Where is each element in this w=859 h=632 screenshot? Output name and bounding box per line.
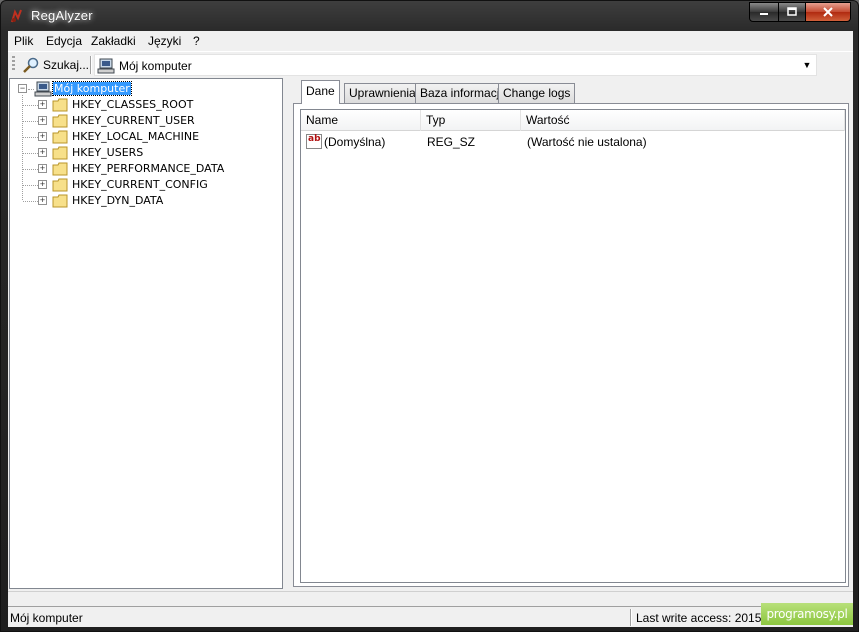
folder-icon [52, 178, 68, 192]
tab-baza-informacji[interactable]: Baza informacji [415, 83, 508, 103]
maximize-button[interactable] [778, 2, 806, 22]
tree-item-label: HKEY_CURRENT_USER [72, 114, 195, 127]
expand-icon[interactable]: + [38, 196, 47, 205]
tree-item[interactable]: + HKEY_PERFORMANCE_DATA [10, 161, 280, 177]
tree-item-label: HKEY_CLASSES_ROOT [72, 98, 194, 111]
panel-splitter[interactable] [283, 78, 291, 589]
registry-tree[interactable]: − Mój komputer + HKEY_CLASSES_ROOT + HKE… [9, 78, 283, 589]
status-bar: Mój komputer Last write access: 2015-02- [8, 606, 853, 627]
tree-root-row[interactable]: − Mój komputer [10, 81, 280, 97]
folder-icon [52, 114, 68, 128]
string-value-icon: ab [306, 134, 322, 149]
expand-icon[interactable]: + [38, 180, 47, 189]
row-name: (Domyślna) [324, 135, 386, 149]
address-value: Mój komputer [119, 59, 192, 73]
tree-item[interactable]: + HKEY_LOCAL_MACHINE [10, 129, 280, 145]
folder-icon [52, 98, 68, 112]
values-list[interactable]: Name Typ Wartość ab (Domyślna) REG_SZ (W… [300, 109, 846, 583]
folder-icon [52, 146, 68, 160]
tree-item[interactable]: + HKEY_USERS [10, 145, 280, 161]
bottom-strip [8, 591, 853, 604]
toolbar: Szukaj... Mój komputer ▼ [8, 51, 853, 77]
tree-branch-line [23, 201, 38, 202]
window-title: RegAlyzer [31, 8, 93, 23]
chevron-down-icon[interactable]: ▼ [800, 57, 814, 73]
folder-icon [52, 130, 68, 144]
minimize-icon [760, 13, 768, 15]
status-path: Mój komputer [10, 611, 83, 625]
expand-icon[interactable]: + [38, 148, 47, 157]
regalyzer-app-icon [11, 9, 22, 23]
expand-icon[interactable]: + [38, 100, 47, 109]
toolbar-grip[interactable] [12, 56, 15, 72]
tree-item[interactable]: + HKEY_DYN_DATA [10, 193, 280, 209]
menu-jezyki[interactable]: Języki [148, 34, 181, 48]
tree-item[interactable]: + HKEY_CURRENT_USER [10, 113, 280, 129]
menu-edycja[interactable]: Edycja [46, 34, 82, 48]
tree-root-label: Mój komputer [52, 81, 132, 96]
toolbar-separator [90, 56, 92, 74]
tree-item-label: HKEY_LOCAL_MACHINE [72, 130, 200, 143]
table-row[interactable]: ab (Domyślna) REG_SZ (Wartość nie ustalo… [301, 132, 845, 152]
folder-icon [52, 194, 68, 208]
computer-icon [34, 81, 52, 97]
tree-item-label: HKEY_CURRENT_CONFIG [72, 178, 208, 191]
expand-icon[interactable]: + [38, 132, 47, 141]
tree-branch-line [23, 137, 38, 138]
tree-branch-line [23, 169, 38, 170]
row-type: REG_SZ [427, 135, 476, 149]
tree-branch-line [23, 105, 38, 106]
tab-panel-dane: Name Typ Wartość ab (Domyślna) REG_SZ (W… [293, 103, 849, 587]
tree-item[interactable]: + HKEY_CLASSES_ROOT [10, 97, 280, 113]
tree-item-label: HKEY_PERFORMANCE_DATA [72, 162, 225, 175]
row-value: (Wartość nie ustalona) [527, 135, 647, 149]
tree-item-label: HKEY_DYN_DATA [72, 194, 164, 207]
tree-branch-line [23, 121, 38, 122]
tab-uprawnienia[interactable]: Uprawnienia [344, 83, 421, 103]
folder-icon [52, 162, 68, 176]
title-bar[interactable]: RegAlyzer [1, 1, 858, 31]
collapse-icon[interactable]: − [18, 84, 27, 93]
tab-dane[interactable]: Dane [301, 80, 340, 104]
close-icon [823, 7, 833, 17]
expand-icon[interactable]: + [38, 116, 47, 125]
menu-plik[interactable]: Plik [14, 34, 33, 48]
list-header: Name Typ Wartość [301, 110, 845, 131]
close-button[interactable] [805, 2, 851, 22]
details-panel: Dane Uprawnienia Baza informacji Change … [291, 78, 851, 589]
menu-bar: Plik Edycja Zakładki Języki ? [8, 31, 853, 51]
column-header-name[interactable]: Name [301, 110, 421, 131]
tab-change-logs[interactable]: Change logs [498, 83, 576, 103]
search-button-label: Szukaj... [43, 58, 90, 72]
client-area: Plik Edycja Zakładki Języki ? Szukaj... [8, 31, 853, 627]
tree-item-label: HKEY_USERS [72, 146, 144, 159]
watermark-badge: programosy.pl [761, 603, 853, 625]
address-combobox[interactable]: Mój komputer ▼ [94, 54, 817, 76]
status-separator [630, 609, 632, 626]
tree-branch-line [23, 153, 38, 154]
tree-branch-line [23, 185, 38, 186]
magnifier-icon [23, 57, 39, 73]
search-button[interactable]: Szukaj... [22, 55, 89, 75]
tree-item[interactable]: + HKEY_CURRENT_CONFIG [10, 177, 280, 193]
minimize-button[interactable] [749, 2, 779, 22]
column-header-value[interactable]: Wartość [521, 110, 845, 131]
expand-icon[interactable]: + [38, 164, 47, 173]
computer-icon [97, 58, 115, 74]
window-frame: RegAlyzer Plik Edycja Zakładki Języki ? [0, 0, 859, 632]
menu-help[interactable]: ? [193, 34, 200, 48]
menu-zakladki[interactable]: Zakładki [91, 34, 136, 48]
maximize-icon [787, 7, 797, 16]
column-header-type[interactable]: Typ [421, 110, 521, 131]
